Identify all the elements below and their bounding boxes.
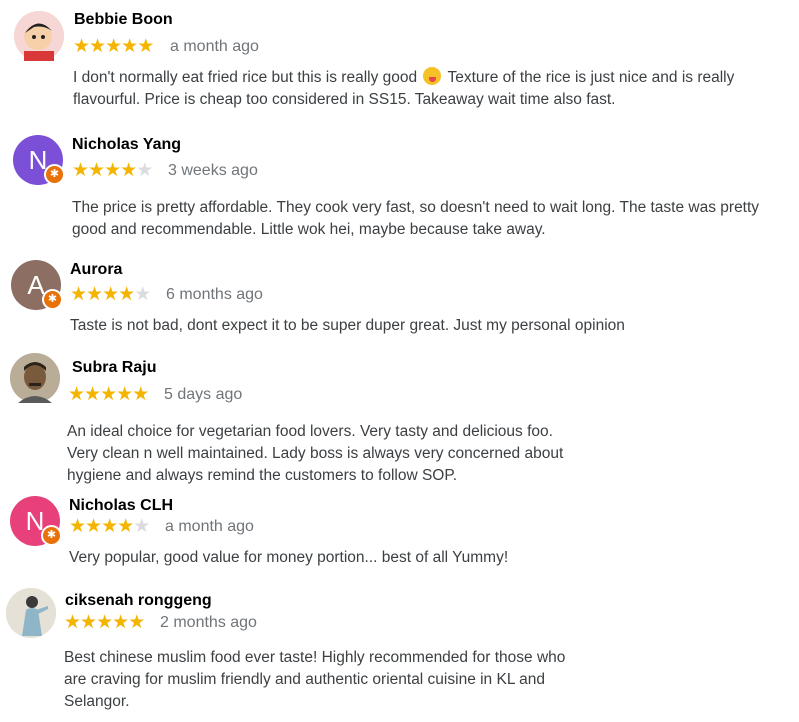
reviewer-name[interactable]: Nicholas CLH <box>69 497 173 515</box>
avatar-image <box>10 353 60 403</box>
review-time: 6 months ago <box>166 286 263 303</box>
star-icon: ★ <box>121 36 138 57</box>
review-time: 2 months ago <box>160 614 257 631</box>
star-icon: ★ <box>116 384 133 405</box>
review-text: The price is pretty affordable. They coo… <box>72 197 797 241</box>
reviewer-name[interactable]: ciksenah ronggeng <box>65 592 212 610</box>
star-icon: ★ <box>84 384 101 405</box>
star-icon: ★ <box>85 516 102 537</box>
review-text-line: Selangor. <box>64 693 130 710</box>
star-icon: ★ <box>100 384 117 405</box>
avatar[interactable]: N ✱ <box>13 135 65 185</box>
review-time: a month ago <box>170 38 259 55</box>
face-savoring-food-emoji <box>423 67 442 85</box>
review-text: Very popular, good value for money porti… <box>69 547 789 569</box>
review-text-line: good and recommendable. Little wok hei, … <box>72 221 546 238</box>
star-icon: ★ <box>104 160 121 181</box>
star-icon: ★ <box>128 612 145 633</box>
review-text-line: I don't normally eat fried rice but this… <box>73 69 418 86</box>
star-icon: ★ <box>101 516 118 537</box>
review-text-line: Very popular, good value for money porti… <box>69 549 509 566</box>
local-guide-badge-icon: ✱ <box>41 525 62 546</box>
review-text: Best chinese muslim food ever taste! Hig… <box>64 647 624 713</box>
star-rating: ★★★★★ <box>68 384 149 405</box>
star-icon: ★ <box>69 516 86 537</box>
star-rating: ★★★★★ <box>69 516 150 537</box>
review-text-line: Texture of the rice is just nice and is … <box>447 69 735 86</box>
review-text-line: The price is pretty affordable. They coo… <box>72 199 760 216</box>
reviewer-name[interactable]: Nicholas Yang <box>72 136 181 154</box>
star-icon: ★ <box>80 612 97 633</box>
reviewer-name[interactable]: Aurora <box>70 261 122 279</box>
review-text-line: An ideal choice for vegetarian food love… <box>67 423 553 440</box>
star-icon: ★ <box>88 160 105 181</box>
star-icon: ★ <box>96 612 113 633</box>
person-photo-icon <box>10 353 60 403</box>
review-text: Taste is not bad, dont expect it to be s… <box>70 315 790 337</box>
person-photo-icon <box>6 588 56 638</box>
avatar[interactable] <box>10 353 60 403</box>
star-rating: ★★★★★ <box>64 612 145 633</box>
star-icon: ★ <box>133 516 150 537</box>
avatar-image <box>6 588 56 638</box>
avatar[interactable] <box>6 588 56 638</box>
cartoon-avatar-icon <box>14 11 64 61</box>
local-guide-badge-icon: ✱ <box>44 164 65 185</box>
star-icon: ★ <box>117 516 134 537</box>
star-icon: ★ <box>137 36 154 57</box>
star-icon: ★ <box>64 612 81 633</box>
star-icon: ★ <box>86 284 103 305</box>
star-icon: ★ <box>132 384 149 405</box>
local-guide-badge-icon: ✱ <box>42 289 63 310</box>
review-time: 3 weeks ago <box>168 162 258 179</box>
review-time: 5 days ago <box>164 386 243 403</box>
reviewer-name[interactable]: Bebbie Boon <box>74 11 173 29</box>
star-icon: ★ <box>102 284 119 305</box>
review-text-line: Very clean n well maintained. Lady boss … <box>67 445 564 462</box>
star-icon: ★ <box>134 284 151 305</box>
review-text-line: flavourful. Price is cheap too considere… <box>73 91 616 108</box>
review-text-line: are craving for muslim friendly and auth… <box>64 671 546 688</box>
star-icon: ★ <box>72 160 89 181</box>
avatar[interactable]: A ✱ <box>11 260 63 310</box>
star-icon: ★ <box>70 284 87 305</box>
avatar[interactable]: N ✱ <box>10 496 62 546</box>
star-icon: ★ <box>112 612 129 633</box>
star-rating: ★★★★★ <box>72 160 153 181</box>
star-rating: ★★★★★ <box>70 284 151 305</box>
review-text: An ideal choice for vegetarian food love… <box>67 421 627 487</box>
star-icon: ★ <box>68 384 85 405</box>
star-icon: ★ <box>89 36 106 57</box>
star-icon: ★ <box>136 160 153 181</box>
review-item: Bebbie Boon ★★★★★ a month ago I don't no… <box>0 0 799 120</box>
star-icon: ★ <box>105 36 122 57</box>
star-rating: ★★★★★ <box>73 36 154 57</box>
star-icon: ★ <box>73 36 90 57</box>
avatar[interactable] <box>14 11 64 61</box>
review-text: I don't normally eat fried rice but this… <box>73 67 793 111</box>
review-text-line: Taste is not bad, dont expect it to be s… <box>70 317 625 334</box>
review-text-line: Best chinese muslim food ever taste! Hig… <box>64 649 566 666</box>
avatar-image <box>14 11 64 61</box>
review-time: a month ago <box>165 518 254 535</box>
star-icon: ★ <box>120 160 137 181</box>
star-icon: ★ <box>118 284 135 305</box>
reviewer-name[interactable]: Subra Raju <box>72 359 156 377</box>
review-text-line: hygiene and always remind the customers … <box>67 467 457 484</box>
